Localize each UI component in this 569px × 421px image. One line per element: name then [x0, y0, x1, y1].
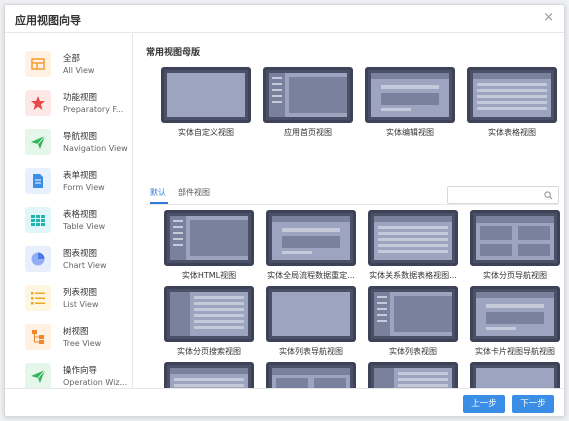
- sidebar-item-3[interactable]: 导航视图 Navigation View: [25, 127, 131, 161]
- sidebar-item-title: 图表视图: [63, 249, 98, 259]
- sidebar-item-4[interactable]: 表单视图 Form View: [25, 166, 131, 200]
- sidebar-item-subtitle: Navigation View: [63, 144, 128, 153]
- dialog-header: 应用视图向导 ×: [5, 5, 564, 33]
- common-template-label: 实体编辑视图: [386, 128, 434, 137]
- sidebar-item-6[interactable]: 图表视图 Chart View: [25, 244, 131, 278]
- template-search-box[interactable]: [447, 186, 559, 204]
- sidebar-item-title: 功能视图: [63, 93, 98, 103]
- template-thumbnail[interactable]: [470, 210, 560, 266]
- prev-step-button[interactable]: 上一步: [463, 395, 505, 413]
- sidebar-item-subtitle: Tree View: [63, 339, 102, 348]
- view-wizard-dialog: 应用视图向导 × 全部 All View 功能视图 Preparatory F... 导…: [4, 4, 565, 417]
- template-thumbnail-partial[interactable]: [266, 362, 356, 388]
- sidebar-item-title: 树视图: [63, 327, 89, 337]
- sidebar-item-title: 全部: [63, 54, 81, 64]
- sidebar-item-7[interactable]: 列表视图 List View: [25, 283, 131, 317]
- list-icon: [25, 285, 51, 311]
- template-label: 实体关系数据表格视图...: [369, 271, 457, 280]
- sidebar-item-9[interactable]: 操作向导 Operation Wiz...: [25, 361, 131, 388]
- template-label: 实体列表导航视图: [279, 347, 343, 356]
- tab-default[interactable]: 默认: [150, 187, 166, 198]
- template-label: 实体HTML视图: [181, 271, 237, 280]
- tab-divider: [146, 204, 558, 205]
- common-template-thumbnail[interactable]: [161, 67, 251, 123]
- common-templates-title: 常用视图母版: [146, 48, 201, 58]
- tab-widget-views[interactable]: 部件视图: [178, 187, 210, 198]
- common-template-thumbnail[interactable]: [467, 67, 557, 123]
- template-thumbnail[interactable]: [164, 210, 254, 266]
- sidebar-item-1[interactable]: 全部 All View: [25, 49, 131, 83]
- tree-icon: [25, 324, 51, 350]
- sidebar-item-5[interactable]: 表格视图 Table View: [25, 205, 131, 239]
- close-icon[interactable]: ×: [543, 10, 554, 25]
- template-thumbnail-partial[interactable]: [164, 362, 254, 388]
- template-label: 实体分页导航视图: [483, 271, 547, 280]
- template-thumbnail[interactable]: [368, 210, 458, 266]
- sidebar-item-2[interactable]: 功能视图 Preparatory F...: [25, 88, 131, 122]
- template-label: 实体分页搜索视图: [177, 347, 241, 356]
- sidebar-item-subtitle: Form View: [63, 183, 105, 192]
- category-sidebar: 全部 All View 功能视图 Preparatory F... 导航视图 Naviga…: [5, 34, 133, 388]
- sidebar-item-8[interactable]: 树视图 Tree View: [25, 322, 131, 356]
- template-thumbnail-partial[interactable]: [470, 362, 560, 388]
- dialog-footer: 上一步 下一步: [5, 388, 564, 416]
- template-label: 实体列表视图: [389, 347, 437, 356]
- common-template-thumbnail[interactable]: [263, 67, 353, 123]
- table-icon: [25, 207, 51, 233]
- pie-chart-icon: [25, 246, 51, 272]
- sidebar-item-title: 导航视图: [63, 132, 98, 142]
- sidebar-item-subtitle: Operation Wiz...: [63, 378, 128, 387]
- paper-plane-icon: [25, 129, 51, 155]
- sidebar-scrollbar[interactable]: [132, 49, 133, 388]
- template-thumbnail[interactable]: [470, 286, 560, 342]
- sidebar-item-subtitle: Table View: [63, 222, 106, 231]
- next-step-button[interactable]: 下一步: [512, 395, 554, 413]
- template-label: 实体全局流程数据重定...: [267, 271, 355, 280]
- paper-plane-icon: [25, 363, 51, 388]
- document-icon: [25, 168, 51, 194]
- template-thumbnail[interactable]: [368, 286, 458, 342]
- sidebar-item-title: 表单视图: [63, 171, 98, 181]
- sidebar-item-title: 列表视图: [63, 288, 98, 298]
- common-template-thumbnail[interactable]: [365, 67, 455, 123]
- template-thumbnail-partial[interactable]: [368, 362, 458, 388]
- template-thumbnail[interactable]: [164, 286, 254, 342]
- search-input[interactable]: [452, 189, 542, 201]
- sidebar-item-subtitle: All View: [63, 66, 95, 75]
- template-label: 实体卡片视图导航视图: [475, 347, 555, 356]
- sidebar-item-subtitle: List View: [63, 300, 99, 309]
- common-template-label: 实体自定义视图: [178, 128, 234, 137]
- common-template-label: 应用首页视图: [284, 128, 332, 137]
- template-thumbnail[interactable]: [266, 286, 356, 342]
- sidebar-item-subtitle: Chart View: [63, 261, 107, 270]
- sidebar-item-subtitle: Preparatory F...: [63, 105, 124, 114]
- grid-icon: [25, 51, 51, 77]
- star-icon: [25, 90, 51, 116]
- search-icon[interactable]: [544, 191, 553, 200]
- template-panel: 常用视图母版 默认 部件视图 实体自定义视图 应用首页视图 实体编辑视图 实体表格视图…: [138, 34, 564, 388]
- dialog-title: 应用视图向导: [15, 14, 81, 27]
- template-thumbnail[interactable]: [266, 210, 356, 266]
- sidebar-item-title: 表格视图: [63, 210, 98, 220]
- sidebar-item-title: 操作向导: [63, 366, 98, 376]
- common-template-label: 实体表格视图: [488, 128, 536, 137]
